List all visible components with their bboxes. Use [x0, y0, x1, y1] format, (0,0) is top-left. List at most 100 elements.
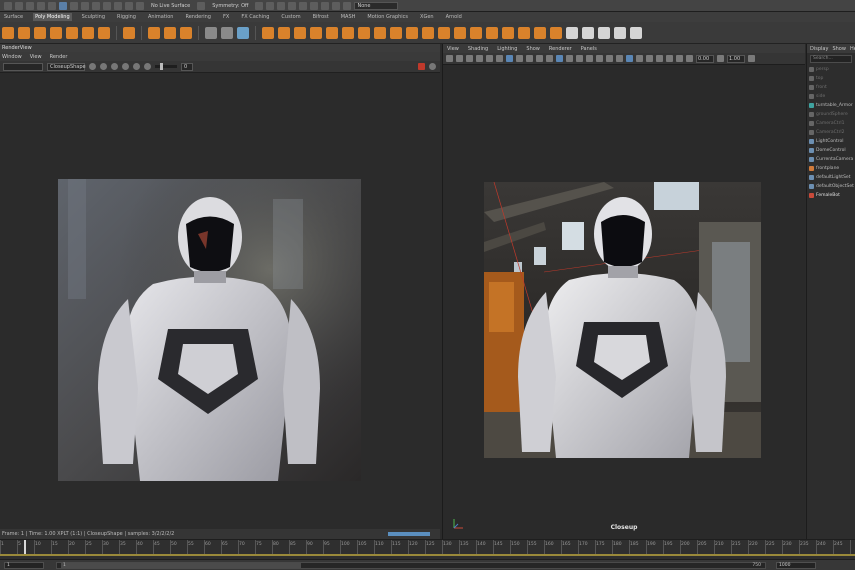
color-management-icon[interactable] [748, 55, 755, 62]
shadows-icon[interactable] [616, 55, 623, 62]
snap-curve-icon[interactable] [114, 1, 122, 10]
current-time-marker[interactable] [24, 540, 26, 554]
outliner-item[interactable]: top [809, 74, 855, 83]
unfold-icon[interactable] [630, 26, 642, 39]
isolate-select-icon[interactable] [656, 55, 663, 62]
outliner-item[interactable]: turntable_Armor [809, 101, 855, 110]
shelf-tab[interactable]: XGen [418, 13, 436, 21]
snapshot-icon[interactable] [100, 63, 107, 70]
xray-components-icon[interactable] [686, 55, 693, 62]
grid-icon[interactable] [506, 55, 513, 62]
shelf-tab[interactable]: Surface [2, 13, 25, 21]
shelf-tab[interactable]: Arnold [444, 13, 464, 21]
bookmark-icon[interactable] [466, 55, 473, 62]
fill-hole-icon[interactable] [342, 26, 354, 39]
xray-icon[interactable] [666, 55, 673, 62]
ambient-occlusion-icon[interactable] [626, 55, 633, 62]
disc-icon[interactable] [98, 26, 110, 39]
camera-attributes-icon[interactable] [456, 55, 463, 62]
shelf-tab[interactable]: Motion Graphics [365, 13, 410, 21]
outliner-item[interactable]: CameraCtrl2 [809, 128, 855, 137]
menu-item[interactable]: Window [2, 54, 22, 60]
shelf-tab[interactable]: Poly Modeling [33, 13, 72, 21]
workspace-dropdown[interactable]: None [354, 1, 399, 10]
outliner-item[interactable]: CameraCtrl1 [809, 119, 855, 128]
append-icon[interactable] [358, 26, 370, 39]
super-shape-icon[interactable] [148, 26, 160, 39]
separate-icon[interactable] [221, 26, 233, 39]
two-d-pan-icon[interactable] [486, 55, 493, 62]
outliner-item[interactable]: LightControl [809, 137, 855, 146]
shelf-tab[interactable]: Rigging [115, 13, 138, 21]
time-slider[interactable]: 1 5 10 15 20 25 30 35 40 45 50 55 60 65 70 75 80 85 90 95 10… [0, 539, 855, 559]
sphere-icon[interactable] [2, 26, 14, 39]
gamma-icon[interactable] [717, 55, 724, 62]
svg-icon[interactable] [180, 26, 192, 39]
outliner-item[interactable]: FemaleBot [809, 191, 855, 200]
mirror-icon[interactable] [278, 26, 290, 39]
outliner-item[interactable]: persp [809, 65, 855, 74]
redo-icon[interactable] [48, 1, 56, 10]
menu-item[interactable]: Show [526, 46, 540, 52]
anti-aliasing-icon[interactable] [646, 55, 653, 62]
render-setup-icon[interactable] [299, 1, 308, 10]
camera-dropdown[interactable]: CloseupShape [47, 62, 86, 71]
outliner-item[interactable]: defaultObjectSet [809, 182, 855, 191]
snap-grid-icon[interactable] [103, 1, 111, 10]
new-scene-icon[interactable] [4, 1, 12, 10]
cylinder-icon[interactable] [34, 26, 46, 39]
shelf-tab[interactable]: FX Caching [239, 13, 271, 21]
menu-item[interactable]: Show [832, 46, 846, 52]
menu-item[interactable]: Lighting [497, 46, 517, 52]
extrude-icon[interactable] [294, 26, 306, 39]
bevel-icon[interactable] [326, 26, 338, 39]
select-component-icon[interactable] [92, 1, 100, 10]
grease-pencil-icon[interactable] [496, 55, 503, 62]
exposure-slider[interactable] [155, 63, 177, 70]
shelf-tab[interactable]: Animation [146, 13, 176, 21]
symmetry-label[interactable]: Symmetry: Off [212, 3, 248, 9]
animation-start-field[interactable]: 1 [4, 562, 44, 569]
arnold-icon[interactable] [321, 1, 330, 10]
history-icon[interactable] [197, 1, 206, 10]
poke-icon[interactable] [502, 26, 514, 39]
shelf-tab[interactable]: FX [221, 13, 231, 21]
plane-icon[interactable] [82, 26, 94, 39]
render-settings-icon[interactable] [277, 1, 286, 10]
ipr-icon[interactable] [266, 1, 275, 10]
stop-render-icon[interactable] [418, 63, 425, 70]
uv-editor-icon[interactable] [566, 26, 578, 39]
menu-item[interactable]: Display [810, 46, 828, 52]
wireframe-icon[interactable] [576, 55, 583, 62]
outliner-item[interactable]: front [809, 83, 855, 92]
motion-blur-icon[interactable] [636, 55, 643, 62]
arnold-render-icon[interactable] [332, 1, 341, 10]
textured-icon[interactable] [596, 55, 603, 62]
menu-item[interactable]: Shading [468, 46, 488, 52]
exposure-field[interactable]: 0 [181, 62, 193, 71]
light-editor-icon[interactable] [310, 1, 319, 10]
render-view-canvas[interactable] [0, 73, 440, 529]
outliner-search-input[interactable]: Search... [810, 55, 852, 63]
menu-item[interactable]: View [30, 54, 42, 60]
menu-item[interactable]: View [447, 46, 459, 52]
multi-cut-icon[interactable] [374, 26, 386, 39]
outliner-item[interactable]: defaultLightSet [809, 173, 855, 182]
remove-image-icon[interactable] [122, 63, 129, 70]
hypershade-icon[interactable] [288, 1, 297, 10]
film-gate-icon[interactable] [516, 55, 523, 62]
use-lights-icon[interactable] [606, 55, 613, 62]
save-scene-icon[interactable] [26, 1, 34, 10]
gamma-field[interactable]: 1.00 [727, 54, 745, 63]
wedge-icon[interactable] [518, 26, 530, 39]
undo-icon[interactable] [37, 1, 45, 10]
shelf-tab[interactable]: MASH [339, 13, 358, 21]
select-camera-icon[interactable] [446, 55, 453, 62]
circularize-icon[interactable] [486, 26, 498, 39]
safe-action-icon[interactable] [556, 55, 563, 62]
exposure-field[interactable]: 0.00 [696, 54, 714, 63]
quad-draw-icon[interactable] [422, 26, 434, 39]
smooth-mesh-icon[interactable] [550, 26, 562, 39]
animation-end-field[interactable]: 1000 [776, 562, 816, 569]
xray-joints-icon[interactable] [676, 55, 683, 62]
